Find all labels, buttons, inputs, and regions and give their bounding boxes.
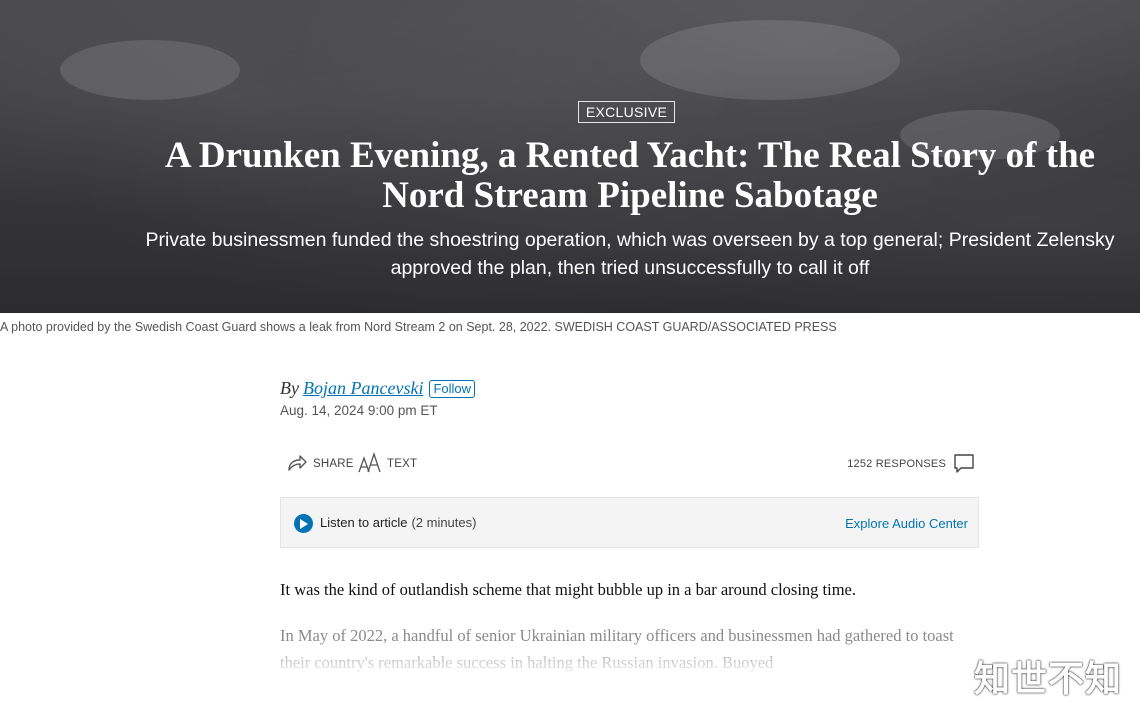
listen-to-article[interactable]: Listen to article (2 minutes) <box>320 515 476 530</box>
article-toolbar: SHARE TEXT 1252 RESPONSES <box>280 450 980 478</box>
author-link[interactable]: Bojan Pancevski <box>303 378 423 399</box>
publish-date: Aug. 14, 2024 9:00 pm ET <box>280 403 438 418</box>
speech-bubble-icon <box>953 452 980 477</box>
water-texture <box>60 40 240 100</box>
photo-caption: A photo provided by the Swedish Coast Gu… <box>0 320 837 334</box>
share-button[interactable]: SHARE <box>286 450 354 478</box>
article-dek: Private businessmen funded the shoestrin… <box>145 229 1115 279</box>
listen-label: Listen to article <box>320 515 408 530</box>
responses-button[interactable]: 1252 RESPONSES <box>847 450 980 478</box>
audio-player-bar: Listen to article (2 minutes) Explore Aud… <box>280 497 979 548</box>
audio-duration: (2 minutes) <box>411 515 477 530</box>
follow-button[interactable]: Follow <box>429 379 476 398</box>
text-label: TEXT <box>387 458 418 470</box>
byline-prefix: By <box>280 378 299 398</box>
text-size-icon <box>358 451 387 477</box>
text-size-button[interactable]: TEXT <box>358 450 417 478</box>
share-label: SHARE <box>313 458 354 470</box>
share-arrow-icon <box>286 453 313 476</box>
article-headline: A Drunken Evening, a Rented Yacht: The R… <box>164 135 1096 216</box>
water-texture <box>640 20 900 100</box>
article-paragraph: It was the kind of outlandish scheme tha… <box>280 580 857 599</box>
explore-audio-center-link[interactable]: Explore Audio Center <box>845 516 968 531</box>
hero-banner: EXCLUSIVE A Drunken Evening, a Rented Ya… <box>0 0 1140 313</box>
byline: By Bojan Pancevski Follow <box>280 378 476 399</box>
play-icon[interactable] <box>294 514 313 533</box>
paywall-fade <box>0 640 1140 714</box>
watermark-text: 知世不知 <box>973 659 1122 700</box>
exclusive-badge: EXCLUSIVE <box>578 101 675 123</box>
responses-count: 1252 RESPONSES <box>847 458 946 470</box>
